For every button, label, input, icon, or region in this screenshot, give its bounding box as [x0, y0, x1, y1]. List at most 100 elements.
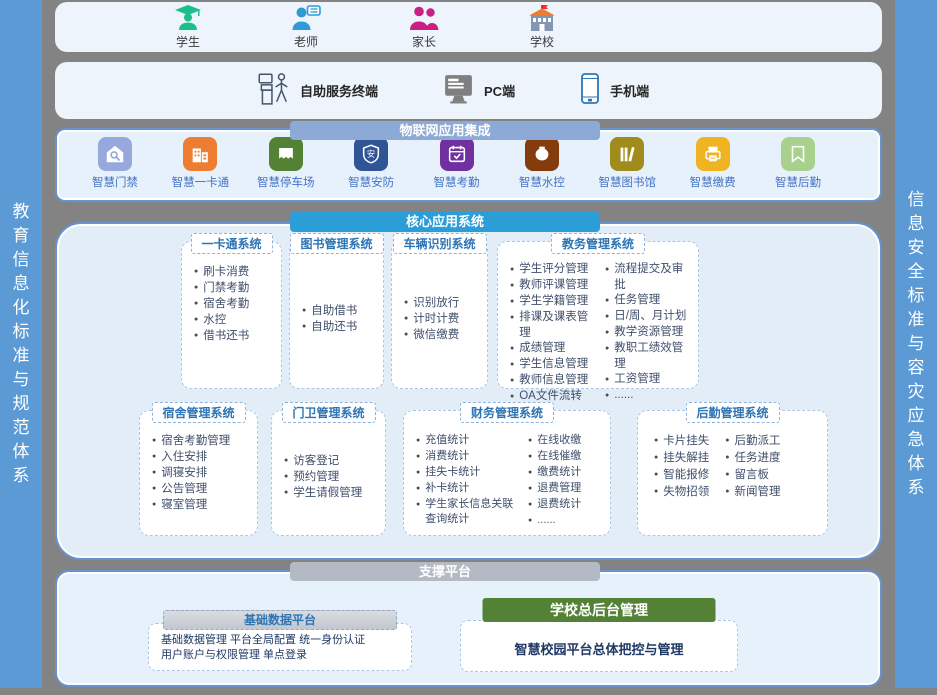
- terminal-item: 自助服务终端: [255, 70, 378, 111]
- feature-item-label: 自助还书: [311, 319, 357, 335]
- system-card-onecard: 一卡通系统●刷卡消费●门禁考勤●宿舍考勤●水控●借书还书: [181, 241, 282, 389]
- user-role-label: 学校: [530, 33, 554, 50]
- feature-item-label: 消费统计: [425, 449, 469, 465]
- school-icon: [527, 4, 557, 31]
- bullet-icon: ●: [152, 465, 156, 481]
- bullet-icon: ●: [528, 433, 532, 449]
- system-card-body: ●访客登记●预约管理●学生请假管理: [272, 411, 385, 539]
- feature-item-label: 任务管理: [614, 293, 660, 309]
- bullet-icon: ●: [605, 293, 609, 309]
- feature-item-label: 学生家长信息关联查询统计: [425, 497, 522, 527]
- feature-item: ●退费统计: [526, 497, 581, 513]
- terminal-label: 自助服务终端: [300, 81, 378, 100]
- feature-item-label: 识别放行: [413, 295, 459, 311]
- feature-list: ●自助借书●自助还书: [300, 303, 357, 335]
- logistics-icon: [781, 137, 815, 171]
- parking-icon: [269, 137, 303, 171]
- feature-list: ●卡片挂失●挂失解挂●智能报修●失物招领: [652, 433, 709, 501]
- iot-item-label: 智慧缴费: [690, 174, 736, 190]
- feature-item: ●智能报修: [652, 467, 709, 484]
- feature-item-label: 公告管理: [161, 481, 207, 497]
- bullet-icon: ●: [528, 497, 532, 513]
- iot-item-label: 智慧门禁: [92, 174, 138, 190]
- bullet-icon: ●: [194, 280, 198, 296]
- system-card-title: 财务管理系统: [460, 402, 554, 423]
- pillar-char: 与: [13, 368, 30, 392]
- iot-item: 安 智慧安防: [333, 137, 409, 200]
- feature-item: ●补卡统计: [414, 481, 522, 497]
- feature-item-label: 新闻管理: [734, 484, 780, 501]
- user-role-label: 学生: [176, 33, 200, 50]
- iot-item: 智慧考勤: [419, 137, 495, 200]
- payment-icon: [696, 137, 730, 171]
- pillar-char: 规: [13, 392, 30, 416]
- pillar-char: 化: [13, 296, 30, 320]
- iot-item-label: 智慧一卡通: [172, 174, 230, 190]
- feature-item: ●教职工绩效管理: [603, 341, 694, 372]
- bullet-icon: ●: [302, 319, 306, 335]
- support-section-title: 支撑平台: [290, 562, 600, 581]
- access-icon: [98, 137, 132, 171]
- feature-list: ●刷卡消费●门禁考勤●宿舍考勤●水控●借书还书: [192, 264, 249, 344]
- iot-item: 智慧水控: [504, 137, 580, 200]
- feature-item-label: 智能报修: [663, 467, 709, 484]
- iot-item-label: 智慧停车场: [257, 174, 315, 190]
- feature-item-label: 计时计费: [413, 311, 459, 327]
- iot-item-label: 智慧水控: [519, 174, 565, 190]
- bullet-icon: ●: [605, 309, 609, 325]
- feature-item: ●排课及课表管理: [508, 310, 599, 341]
- feature-item: ●在线催缴: [526, 449, 581, 465]
- pillar-char: 息: [13, 272, 30, 296]
- bullet-icon: ●: [510, 373, 514, 389]
- iot-item: 智慧一卡通: [162, 137, 238, 200]
- feature-item: ● 学生信息管理: [508, 357, 599, 373]
- feature-item: ●充值统计: [414, 433, 522, 449]
- pillar-char: 范: [13, 416, 30, 440]
- bullet-icon: ●: [416, 481, 420, 497]
- iot-item-label: 智慧安防: [348, 174, 394, 190]
- feature-item: ●失物招领: [652, 484, 709, 501]
- feature-item-label: 失物招领: [663, 484, 709, 501]
- bullet-icon: ●: [605, 325, 609, 341]
- feature-item: ●......: [603, 388, 694, 404]
- feature-item: ●教师评课管理: [508, 278, 599, 294]
- feature-item-label: 在线催缴: [537, 449, 581, 465]
- attendance-icon: [440, 137, 474, 171]
- pillar-char: 灾: [908, 380, 925, 404]
- left-pillar-education-standards: 教育信息化标准与规范体系: [0, 0, 42, 688]
- system-card-vehicle: 车辆识别系统●识别放行●计时计费●微信缴费: [391, 241, 488, 389]
- feature-item-label: 在线收缴: [537, 433, 581, 449]
- iot-item: 智慧图书馆: [589, 137, 665, 200]
- bullet-icon: ●: [605, 388, 609, 404]
- feature-item-label: 工资管理: [614, 372, 660, 388]
- bullet-icon: ●: [510, 357, 514, 373]
- base-platform-line1: 基础数据管理 平台全局配置 统一身份认证: [161, 633, 407, 648]
- bullet-icon: ●: [654, 433, 658, 450]
- student-icon: [174, 4, 202, 31]
- feature-item-label: 挂失卡统计: [425, 465, 480, 481]
- feature-item: ●访客登记: [282, 453, 362, 469]
- feature-item-label: 流程提交及审批: [614, 262, 694, 293]
- base-data-platform-title: 基础数据平台: [163, 610, 397, 630]
- feature-item: ●借书还书: [192, 328, 249, 344]
- pillar-char: 准: [13, 344, 30, 368]
- bullet-icon: ●: [510, 310, 514, 341]
- terminal-label: 手机端: [610, 81, 649, 100]
- pillar-char: 标: [908, 284, 925, 308]
- pillar-char: 与: [908, 332, 925, 356]
- iot-item-label: 智慧后勤: [775, 174, 821, 190]
- pillar-char: 体: [13, 440, 30, 464]
- pillar-char: 准: [908, 308, 925, 332]
- feature-item-label: 微信缴费: [413, 327, 459, 343]
- feature-item: ●公告管理: [150, 481, 230, 497]
- system-card-logistics: 后勤管理系统●卡片挂失●挂失解挂●智能报修●失物招领●后勤派工●任务进度●留言板…: [637, 410, 828, 536]
- feature-item: ●寝室管理: [150, 497, 230, 513]
- feature-item: ●卡片挂失: [652, 433, 709, 450]
- bullet-icon: ●: [510, 341, 514, 357]
- feature-item: ●任务进度: [723, 450, 780, 467]
- security-icon: 安: [354, 137, 388, 171]
- feature-item: ●入住安排: [150, 449, 230, 465]
- feature-item-label: 学生信息管理: [519, 357, 588, 373]
- feature-item: ●后勤派工: [723, 433, 780, 450]
- feature-item-label: 宿舍考勤: [203, 296, 249, 312]
